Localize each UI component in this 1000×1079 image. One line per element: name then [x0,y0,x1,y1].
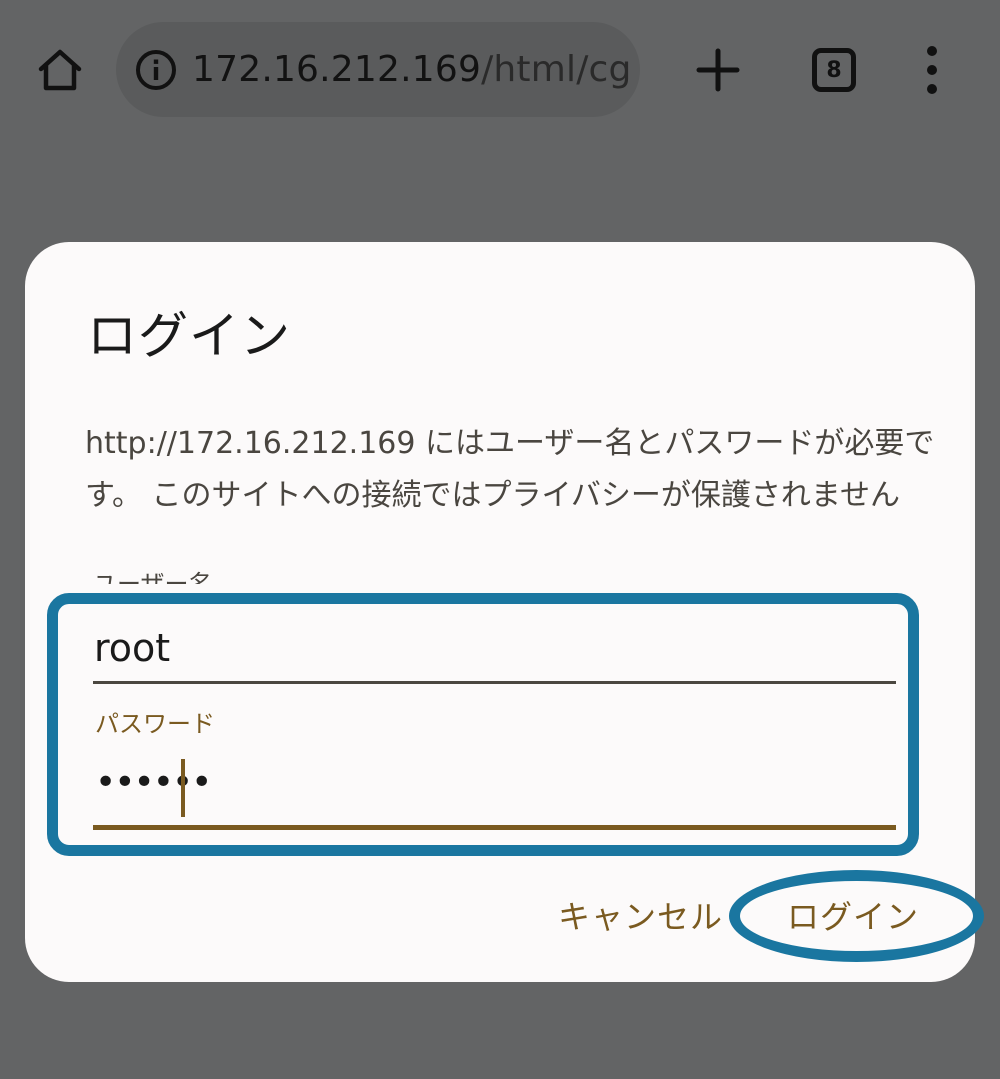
more-menu-icon[interactable] [918,44,946,96]
credentials-highlight [47,593,919,856]
username-label: ユーザー名 [93,570,213,584]
url-text[interactable]: 172.16.212.169/html/cg [192,49,632,90]
login-button[interactable]: ログイン [787,892,919,938]
url-host: 172.16.212.169 [192,49,482,90]
home-button[interactable] [30,40,90,100]
home-icon [38,49,82,91]
login-dialog: ログイン http://172.16.212.169 にはユーザー名とパスワード… [25,242,984,982]
tab-switcher-button[interactable]: 8 [812,48,856,92]
url-path: /html/cg [481,49,632,90]
info-icon[interactable] [134,48,178,92]
cancel-button[interactable]: キャンセル [558,892,723,938]
browser-toolbar: 172.16.212.169/html/cg 8 [0,0,1000,140]
tab-count: 8 [826,57,842,83]
address-bar[interactable]: 172.16.212.169/html/cg [116,22,640,117]
dialog-message: http://172.16.212.169 にはユーザー名とパスワードが必要です… [85,426,935,513]
dialog-title: ログイン [87,307,291,365]
new-tab-icon[interactable] [694,46,742,94]
